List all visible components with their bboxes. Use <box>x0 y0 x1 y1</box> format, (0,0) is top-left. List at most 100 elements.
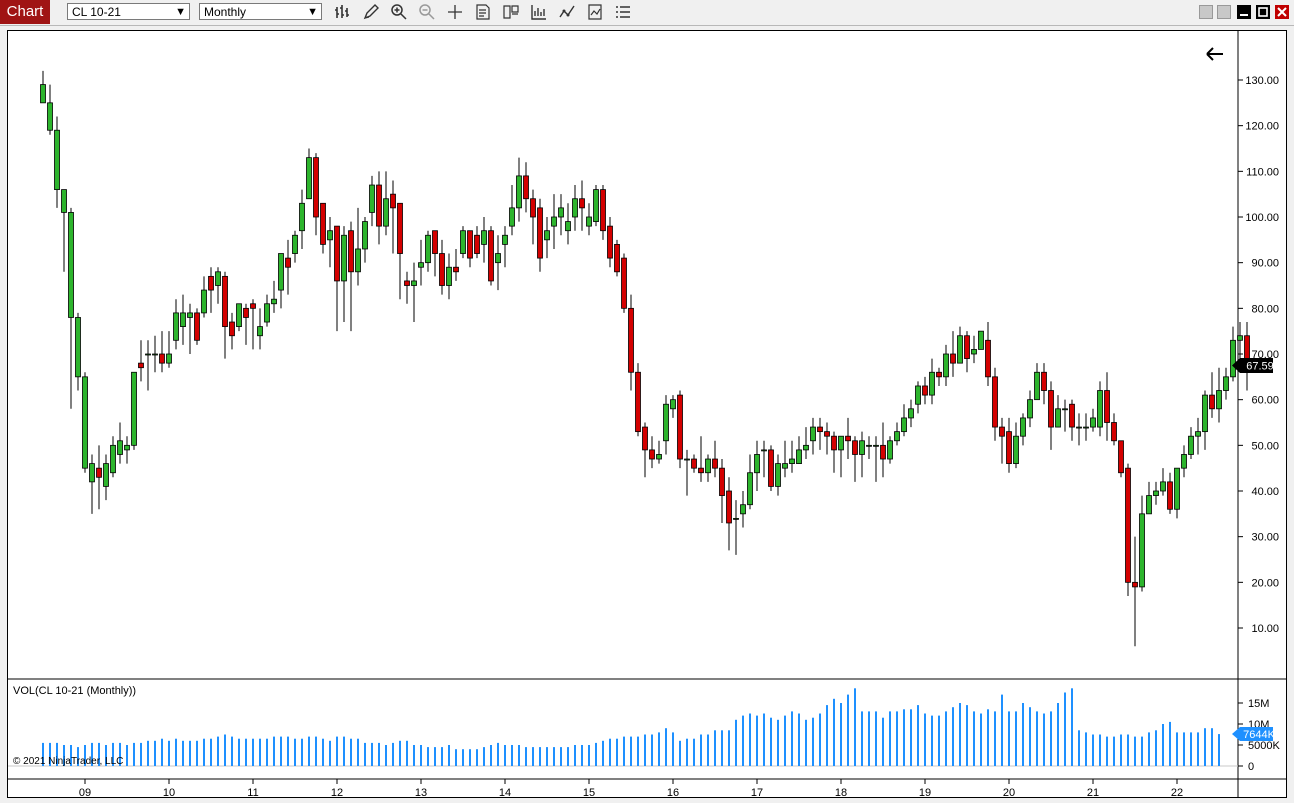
maximize-icon[interactable] <box>1256 5 1270 19</box>
candlestick-series <box>40 70 1250 647</box>
candle-body <box>334 225 340 282</box>
candle-body <box>516 175 522 209</box>
candle-body <box>54 129 60 190</box>
candle-body <box>446 266 452 286</box>
candle-body <box>75 317 81 378</box>
candle-body <box>243 307 249 318</box>
time-tick-label: 12 <box>331 787 343 797</box>
candle-body <box>390 193 396 209</box>
arrow-left-icon[interactable] <box>1206 47 1223 61</box>
candle-body <box>348 230 354 273</box>
templates-icon[interactable] <box>502 3 520 21</box>
candle-body <box>306 157 312 200</box>
candle-body <box>656 454 662 460</box>
pencil-icon[interactable] <box>362 3 380 21</box>
candle-body <box>719 467 725 496</box>
tile-icon[interactable] <box>1199 5 1213 19</box>
time-tick-label: 15 <box>583 787 595 797</box>
candle-body <box>705 458 711 474</box>
candle-body <box>782 463 788 469</box>
candle-body <box>481 230 487 245</box>
zoom-out-icon[interactable] <box>418 3 436 21</box>
candle-body <box>1069 403 1075 428</box>
candle-body <box>320 202 326 245</box>
strategies-icon[interactable] <box>558 3 576 21</box>
candle-body <box>264 303 270 323</box>
candle-body <box>1160 481 1166 492</box>
candle-body <box>971 349 977 355</box>
candle-body <box>754 454 760 474</box>
candle-body <box>586 216 592 227</box>
candle-body <box>810 426 816 442</box>
candle-body <box>173 312 179 341</box>
candle-body <box>229 321 235 337</box>
crosshair-icon[interactable] <box>446 3 464 21</box>
properties-icon[interactable] <box>474 3 492 21</box>
candle-body <box>222 275 228 328</box>
candle-body <box>236 303 242 327</box>
candle-body <box>1153 490 1159 496</box>
candle-body <box>180 312 186 327</box>
indicators-icon[interactable] <box>530 3 548 21</box>
period-selector[interactable]: Monthly ▼ <box>199 3 322 20</box>
candle-body <box>117 440 123 455</box>
candle-body <box>1223 376 1229 391</box>
candle-body <box>82 376 88 469</box>
candle-body <box>733 517 739 520</box>
candle-body <box>614 243 620 273</box>
volume-tick-label: 0 <box>1248 761 1254 773</box>
candle-body <box>1076 426 1082 429</box>
candle-body <box>593 189 599 222</box>
candle-body <box>1062 408 1068 411</box>
list-icon[interactable] <box>614 3 632 21</box>
candle-body <box>1167 481 1173 510</box>
candle-body <box>1034 371 1040 401</box>
candle-body <box>1111 422 1117 442</box>
close-icon[interactable] <box>1275 5 1289 19</box>
candle-body <box>250 303 256 309</box>
zoom-in-icon[interactable] <box>390 3 408 21</box>
candle-body <box>929 371 935 396</box>
minimize-icon[interactable] <box>1237 5 1251 19</box>
candle-body <box>880 444 886 460</box>
time-tick-label: 18 <box>835 787 847 797</box>
chart-panel[interactable]: 130.00 120.00 110.00 100.00 90.00 80.00 70.00 6… <box>7 30 1287 799</box>
candle-body <box>1181 454 1187 469</box>
candle-body <box>726 490 732 524</box>
candle-body <box>1230 339 1236 378</box>
time-tick-label: 14 <box>499 787 511 797</box>
instrument-value: CL 10-21 <box>72 5 121 19</box>
candle-body <box>600 189 606 232</box>
bars-type-icon[interactable] <box>334 3 352 21</box>
time-axis: 09 10 11 12 13 14 15 16 17 18 19 20 21 22 <box>79 779 1183 799</box>
candle-body <box>635 371 641 433</box>
candle-body <box>1237 335 1243 341</box>
candle-body <box>397 202 403 254</box>
data-box-icon[interactable] <box>586 3 604 21</box>
candle-body <box>894 431 900 442</box>
candle-body <box>467 230 473 259</box>
chart-canvas[interactable]: 130.00120.00110.00100.0090.0080.0070.006… <box>8 31 1286 799</box>
price-tick-label: 50.00 <box>1251 440 1279 452</box>
candle-body <box>495 253 501 264</box>
tile-icon[interactable] <box>1217 5 1231 19</box>
candle-body <box>537 207 543 259</box>
candle-body <box>509 207 515 227</box>
candle-body <box>453 266 459 273</box>
candle-body <box>488 230 494 282</box>
time-tick-label: 21 <box>1087 787 1099 797</box>
candle-body <box>950 353 956 364</box>
candle-body <box>803 444 809 451</box>
time-tick-label: 16 <box>667 787 679 797</box>
candle-body <box>460 230 466 254</box>
candle-body <box>831 435 837 451</box>
candle-body <box>201 289 207 314</box>
price-tick-label: 120.00 <box>1245 121 1279 133</box>
candle-body <box>502 234 508 245</box>
candle-body <box>859 440 865 455</box>
chart-tab[interactable]: Chart <box>0 0 50 24</box>
candle-body <box>1174 467 1180 510</box>
candle-body <box>922 385 928 396</box>
instrument-selector[interactable]: CL 10-21 ▼ <box>67 3 190 20</box>
candle-body <box>208 275 214 291</box>
